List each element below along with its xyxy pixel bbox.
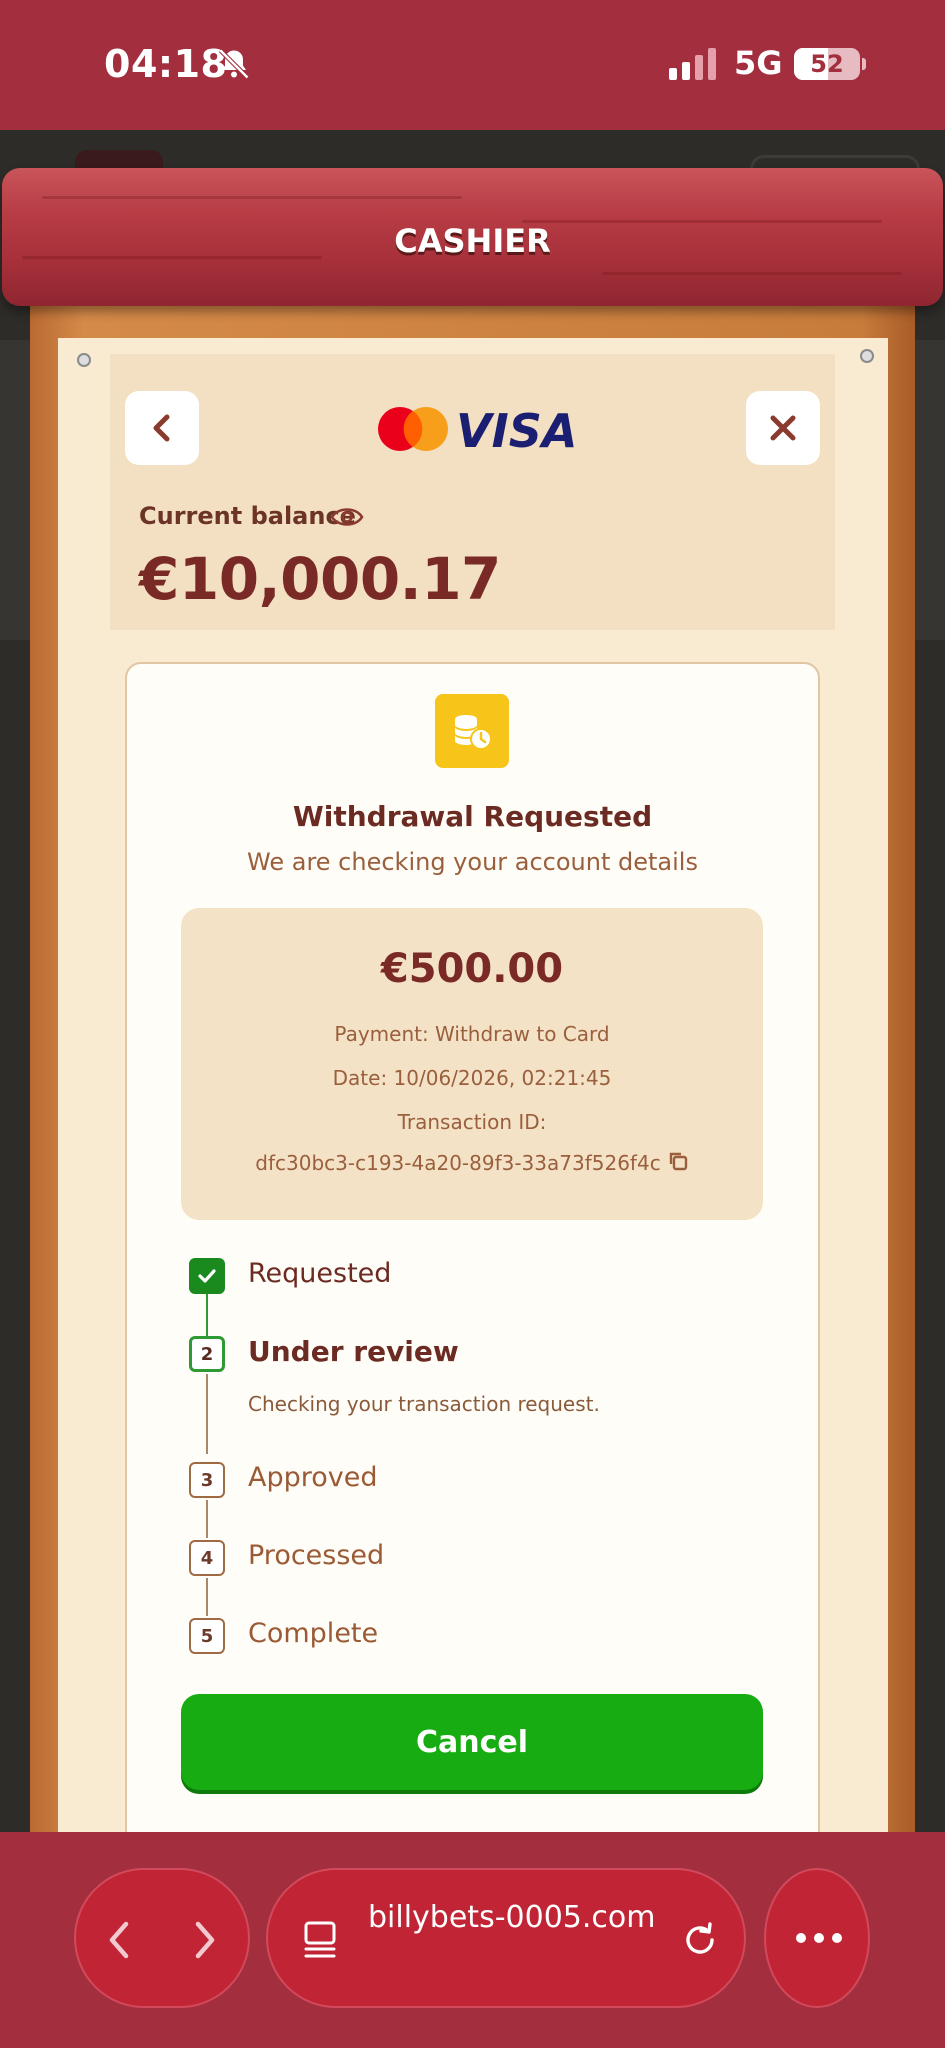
withdrawal-subtitle: We are checking your account details [247, 848, 698, 876]
transaction-id-row: dfc30bc3-c193-4a20-89f3-33a73f526f4c [181, 1150, 763, 1175]
eye-icon[interactable] [330, 505, 364, 529]
balance-label: Current balance [139, 502, 356, 530]
transaction-id-label: Transaction ID: [397, 1110, 547, 1134]
transaction-date: Date: 10/06/2026, 02:21:45 [332, 1066, 612, 1090]
close-button[interactable] [746, 391, 820, 465]
step-connector [206, 1294, 208, 1338]
step-label: Approved [248, 1462, 378, 1493]
more-button[interactable] [764, 1868, 870, 2008]
status-time: 04:18 [104, 42, 228, 86]
bell-muted-icon [218, 48, 250, 80]
payment-logos: VISA [378, 404, 576, 456]
signal-icon [669, 48, 716, 80]
address-bar[interactable] [266, 1868, 746, 2008]
transaction-id: dfc30bc3-c193-4a20-89f3-33a73f526f4c [255, 1151, 661, 1175]
pin-icon [77, 353, 91, 367]
step-connector [206, 1500, 208, 1538]
step-number: 5 [189, 1618, 225, 1654]
step-description: Checking your transaction request. [248, 1392, 600, 1416]
pin-icon [860, 349, 874, 363]
chevron-left-icon [153, 414, 170, 442]
step-label-current: Under review [248, 1335, 459, 1368]
check-icon [198, 1269, 216, 1283]
step-label: Requested [248, 1258, 392, 1289]
reload-icon[interactable] [680, 1920, 720, 1960]
step-number: 2 [189, 1336, 225, 1372]
step-connector [206, 1578, 208, 1616]
close-icon [770, 415, 796, 441]
battery-icon: 52 [794, 48, 860, 80]
visa-logo: VISA [456, 404, 576, 456]
cancel-button[interactable]: Cancel [181, 1694, 763, 1790]
balance-value: €10,000.17 [139, 545, 501, 613]
page-title: CASHIER [394, 222, 551, 260]
step-done-icon [189, 1258, 225, 1294]
step-label: Complete [248, 1618, 379, 1649]
battery-nub [862, 58, 866, 70]
network-type: 5G [734, 44, 783, 82]
forward-arrow-icon[interactable] [188, 1918, 222, 1962]
url-text: billybets-0005.com [368, 1900, 656, 1935]
page-menu-icon[interactable] [302, 1920, 338, 1960]
step-number: 3 [189, 1462, 225, 1498]
copy-icon[interactable] [667, 1150, 689, 1172]
back-button[interactable] [125, 391, 199, 465]
more-dots-icon [796, 1933, 842, 1943]
step-connector [206, 1374, 208, 1454]
withdrawal-title: Withdrawal Requested [292, 800, 653, 833]
nav-buttons [74, 1868, 250, 2008]
step-number: 4 [189, 1540, 225, 1576]
withdrawal-amount: €500.00 [380, 946, 564, 992]
payment-method: Payment: Withdraw to Card [334, 1022, 610, 1046]
back-arrow-icon[interactable] [102, 1918, 136, 1962]
battery-level: 52 [810, 50, 844, 78]
step-label: Processed [248, 1540, 385, 1571]
coins-clock-icon [435, 694, 509, 768]
